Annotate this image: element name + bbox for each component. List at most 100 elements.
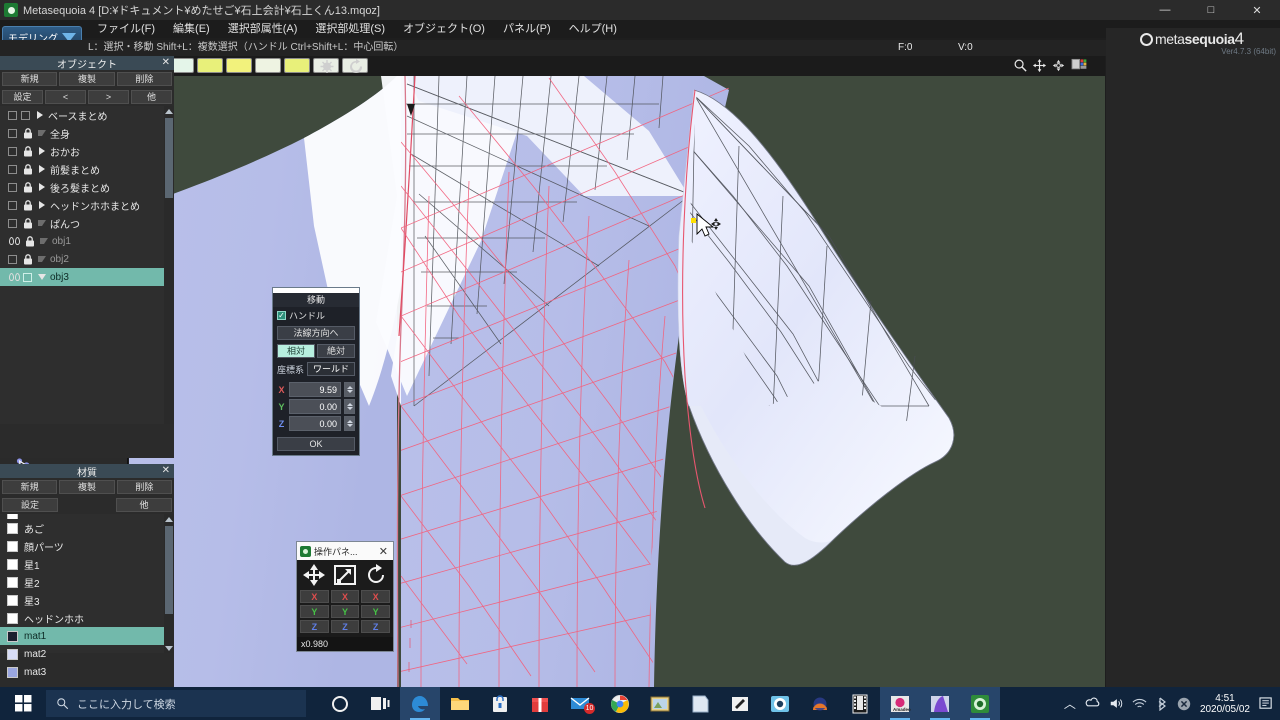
expand-toggle-icon[interactable] xyxy=(36,130,48,136)
expand-toggle-icon[interactable] xyxy=(36,165,48,173)
material-list-item[interactable]: mat2 xyxy=(0,645,174,663)
material-btn-設定[interactable]: 設定 xyxy=(2,498,58,512)
viewport-swatch-7[interactable] xyxy=(342,58,368,73)
object-list-item[interactable]: おかお xyxy=(0,142,174,160)
taskbar-task-view[interactable] xyxy=(360,687,400,720)
menu-3[interactable]: 選択部属性(A) xyxy=(219,20,307,38)
select-checkbox[interactable] xyxy=(8,111,17,120)
taskbar-microsoft-store[interactable] xyxy=(480,687,520,720)
axis-stepper-x[interactable] xyxy=(344,382,355,397)
object-btn-<[interactable]: < xyxy=(45,90,86,104)
taskbar-amadeo[interactable]: Amadeo xyxy=(880,687,920,720)
object-list-item[interactable]: ぱんつ xyxy=(0,214,174,232)
taskbar-film-app[interactable] xyxy=(840,687,880,720)
object-list[interactable]: ベースまとめ全身おかお前髪まとめ後ろ髪まとめヘッドンホホまとめぱんつobj1ob… xyxy=(0,106,174,424)
material-color-swatch[interactable] xyxy=(7,667,18,678)
object-list-item[interactable]: obj1 xyxy=(0,232,174,250)
axis-button-x-2[interactable]: X xyxy=(331,590,360,603)
scroll-up-icon[interactable] xyxy=(164,514,174,524)
axis-stepper-z[interactable] xyxy=(344,416,355,431)
material-btn-削除[interactable]: 削除 xyxy=(117,480,172,494)
object-btn->[interactable]: > xyxy=(88,90,129,104)
operation-panel[interactable]: 操作パネ... ✕ XXXYYYZZZ x0.980 xyxy=(296,541,394,652)
menu-7[interactable]: ヘルプ(H) xyxy=(560,20,626,38)
object-list-scrollbar[interactable] xyxy=(164,106,174,424)
taskbar-metasequoia[interactable] xyxy=(960,687,1000,720)
maximize-button[interactable]: □ xyxy=(1188,0,1234,20)
material-color-swatch[interactable] xyxy=(7,649,18,660)
menu-2[interactable]: 編集(E) xyxy=(164,20,219,38)
lock-icon[interactable] xyxy=(21,254,34,265)
axis-button-z-3[interactable]: Z xyxy=(361,620,390,633)
close-button[interactable]: ✕ xyxy=(1234,0,1280,20)
material-color-swatch[interactable] xyxy=(7,595,18,606)
object-list-item[interactable]: ヘッドンホホまとめ xyxy=(0,196,174,214)
menu-6[interactable]: パネル(P) xyxy=(494,20,560,38)
start-button[interactable] xyxy=(0,687,46,720)
scroll-thumb[interactable] xyxy=(165,526,173,614)
object-list-item[interactable]: 前髪まとめ xyxy=(0,160,174,178)
select-checkbox[interactable] xyxy=(8,183,17,192)
taskbar-pen-app[interactable] xyxy=(720,687,760,720)
expand-toggle-icon[interactable] xyxy=(36,256,48,262)
magnifier-icon[interactable] xyxy=(1013,58,1028,73)
rotate-tool-icon[interactable] xyxy=(364,563,388,587)
taskbar-orange-app[interactable] xyxy=(800,687,840,720)
object-btn-新規[interactable]: 新規 xyxy=(2,72,57,86)
material-color-swatch[interactable] xyxy=(7,523,18,534)
select-checkbox[interactable] xyxy=(8,255,17,264)
material-color-swatch[interactable] xyxy=(7,613,18,624)
material-btn-他[interactable]: 他 xyxy=(116,498,172,512)
material-list-scrollbar[interactable] xyxy=(164,514,174,653)
wifi-icon[interactable] xyxy=(1132,698,1147,710)
close-icon[interactable]: ✕ xyxy=(379,545,390,558)
expand-toggle-icon[interactable] xyxy=(34,111,46,119)
axis-value-y[interactable]: 0.00 xyxy=(289,399,341,414)
object-list-item[interactable]: ベースまとめ xyxy=(0,106,174,124)
axis-stepper-y[interactable] xyxy=(344,399,355,414)
close-icon[interactable]: ✕ xyxy=(162,464,170,478)
display-mode-icon[interactable] xyxy=(1070,58,1090,73)
expand-toggle-icon[interactable] xyxy=(36,274,48,280)
expand-toggle-icon[interactable] xyxy=(38,238,50,244)
taskbar-photo-editor[interactable] xyxy=(640,687,680,720)
scroll-down-icon[interactable] xyxy=(164,643,174,653)
material-color-swatch[interactable] xyxy=(7,541,18,552)
taskbar-mail[interactable]: 10 xyxy=(560,687,600,720)
lock-icon[interactable] xyxy=(21,218,34,229)
expand-toggle-icon[interactable] xyxy=(36,147,48,155)
axis-button-y-3[interactable]: Y xyxy=(361,605,390,618)
handle-checkbox[interactable]: ハンドル xyxy=(277,309,355,322)
object-btn-削除[interactable]: 削除 xyxy=(117,72,172,86)
axis-button-z-2[interactable]: Z xyxy=(331,620,360,633)
operation-panel-titlebar[interactable]: 操作パネ... ✕ xyxy=(297,542,393,560)
axis-button-y-2[interactable]: Y xyxy=(331,605,360,618)
menu-4[interactable]: 選択部処理(S) xyxy=(306,20,394,38)
move-ok-button[interactable]: OK xyxy=(277,437,355,451)
material-list-item[interactable]: mat3 xyxy=(0,663,174,681)
object-btn-他[interactable]: 他 xyxy=(131,90,172,104)
taskbar-notes[interactable] xyxy=(680,687,720,720)
taskbar-gift-app[interactable] xyxy=(520,687,560,720)
object-list-item[interactable]: obj2 xyxy=(0,250,174,268)
bluetooth-icon[interactable] xyxy=(1156,697,1168,711)
viewport-swatch-6[interactable] xyxy=(313,58,339,73)
viewport-swatch-4[interactable] xyxy=(255,58,281,73)
lock-icon[interactable] xyxy=(23,236,36,247)
close-icon[interactable]: ✕ xyxy=(162,56,170,70)
relative-absolute-toggle[interactable]: 相対 絶対 xyxy=(277,344,355,358)
move-tool-icon[interactable] xyxy=(302,563,326,587)
lock-checkbox[interactable] xyxy=(21,111,30,120)
object-list-item[interactable]: 全身 xyxy=(0,124,174,142)
axis-button-x-1[interactable]: X xyxy=(300,590,329,603)
axis-value-z[interactable]: 0.00 xyxy=(289,416,341,431)
select-checkbox[interactable] xyxy=(8,219,17,228)
clock[interactable]: 4:51 2020/05/02 xyxy=(1200,693,1250,715)
material-color-swatch[interactable] xyxy=(7,631,18,642)
axis-button-z-1[interactable]: Z xyxy=(300,620,329,633)
volume-icon[interactable] xyxy=(1109,697,1123,710)
scroll-up-icon[interactable] xyxy=(164,106,174,116)
absolute-option[interactable]: 絶対 xyxy=(317,344,355,358)
lock-icon[interactable] xyxy=(21,146,34,157)
select-checkbox[interactable] xyxy=(8,165,17,174)
